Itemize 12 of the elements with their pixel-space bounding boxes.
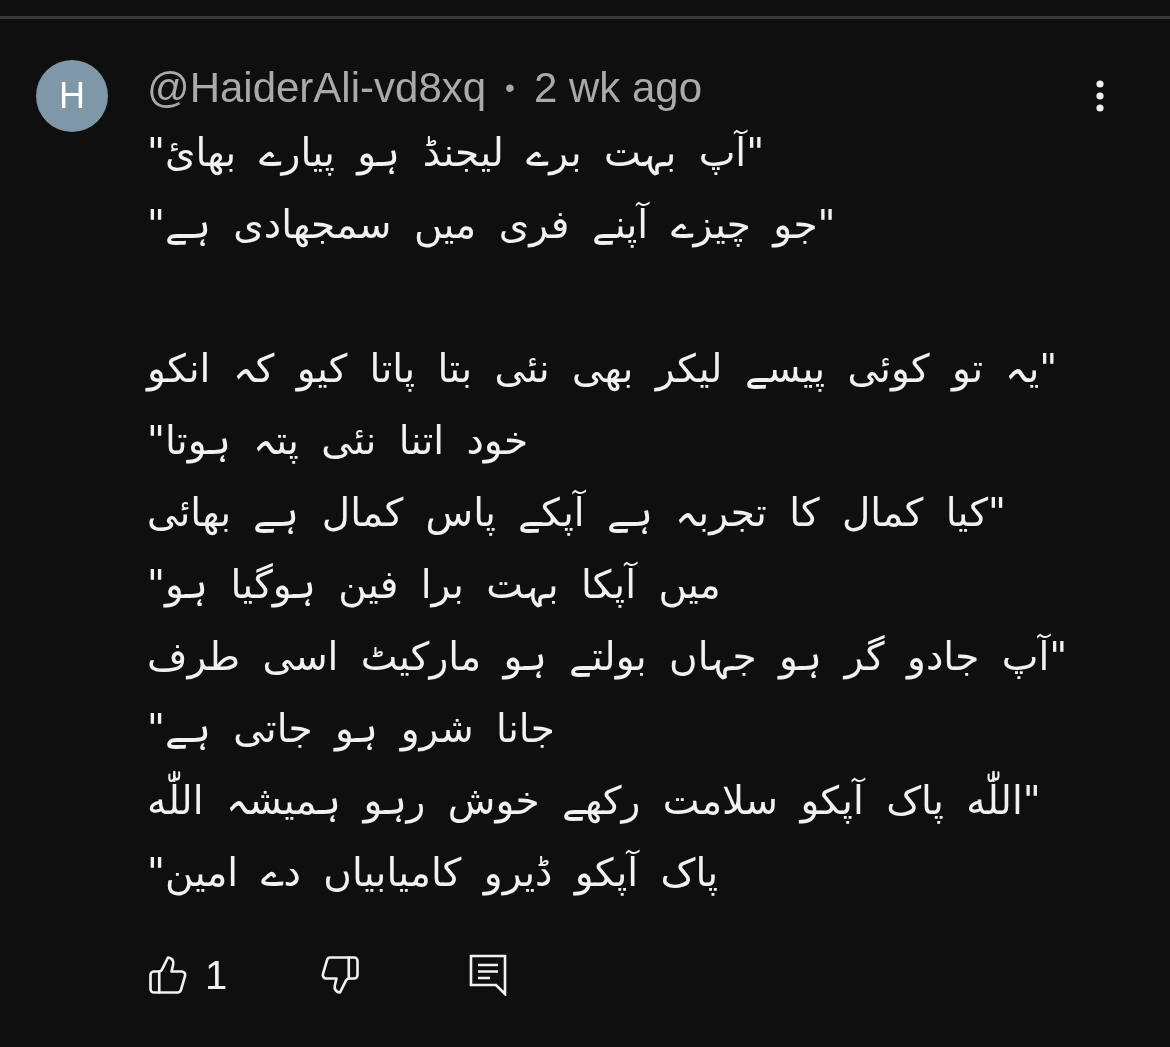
separator: • xyxy=(505,71,515,105)
like-count: 1 xyxy=(205,955,228,995)
timestamp[interactable]: 2 wk ago xyxy=(533,63,703,113)
like-button[interactable] xyxy=(147,954,189,996)
dislike-button[interactable] xyxy=(319,954,362,996)
more-options-icon xyxy=(1096,80,1104,112)
comment-text: "آپ بہت برے لیجنڈ ہو پیارے بھائ" "جو چیزے آپنے فری میں سمجھادی ہے" "یہ تو کوئی پیسے لیکر بھی نئی بتا پاتا کیو کہ انکو خود اتنا نئی پتہ ہوتا" "کیا کمال کا تجربہ ہے آپکے پاس کمال ہے بھائی میں آپکا بہت برا فین ہوگیا ہو" "آپ جادو گر ہو جہاں بولتے ہو مارکیٹ اسی طرف جانا شرو ہو جاتی ہے" "اللّٰه پاک آپکو سلامت رکھے خوش رہو ہمیشہ اللّٰه پاک آپکو ڈیرو کامیابیاں دے امین" xyxy=(147,128,1069,898)
comment-icon xyxy=(469,954,508,996)
author-name[interactable]: @HaiderAli-vd8xq xyxy=(147,63,487,113)
reply-button[interactable] xyxy=(469,954,508,996)
thumbs-down-icon xyxy=(319,954,362,996)
thumbs-up-icon xyxy=(147,954,189,996)
